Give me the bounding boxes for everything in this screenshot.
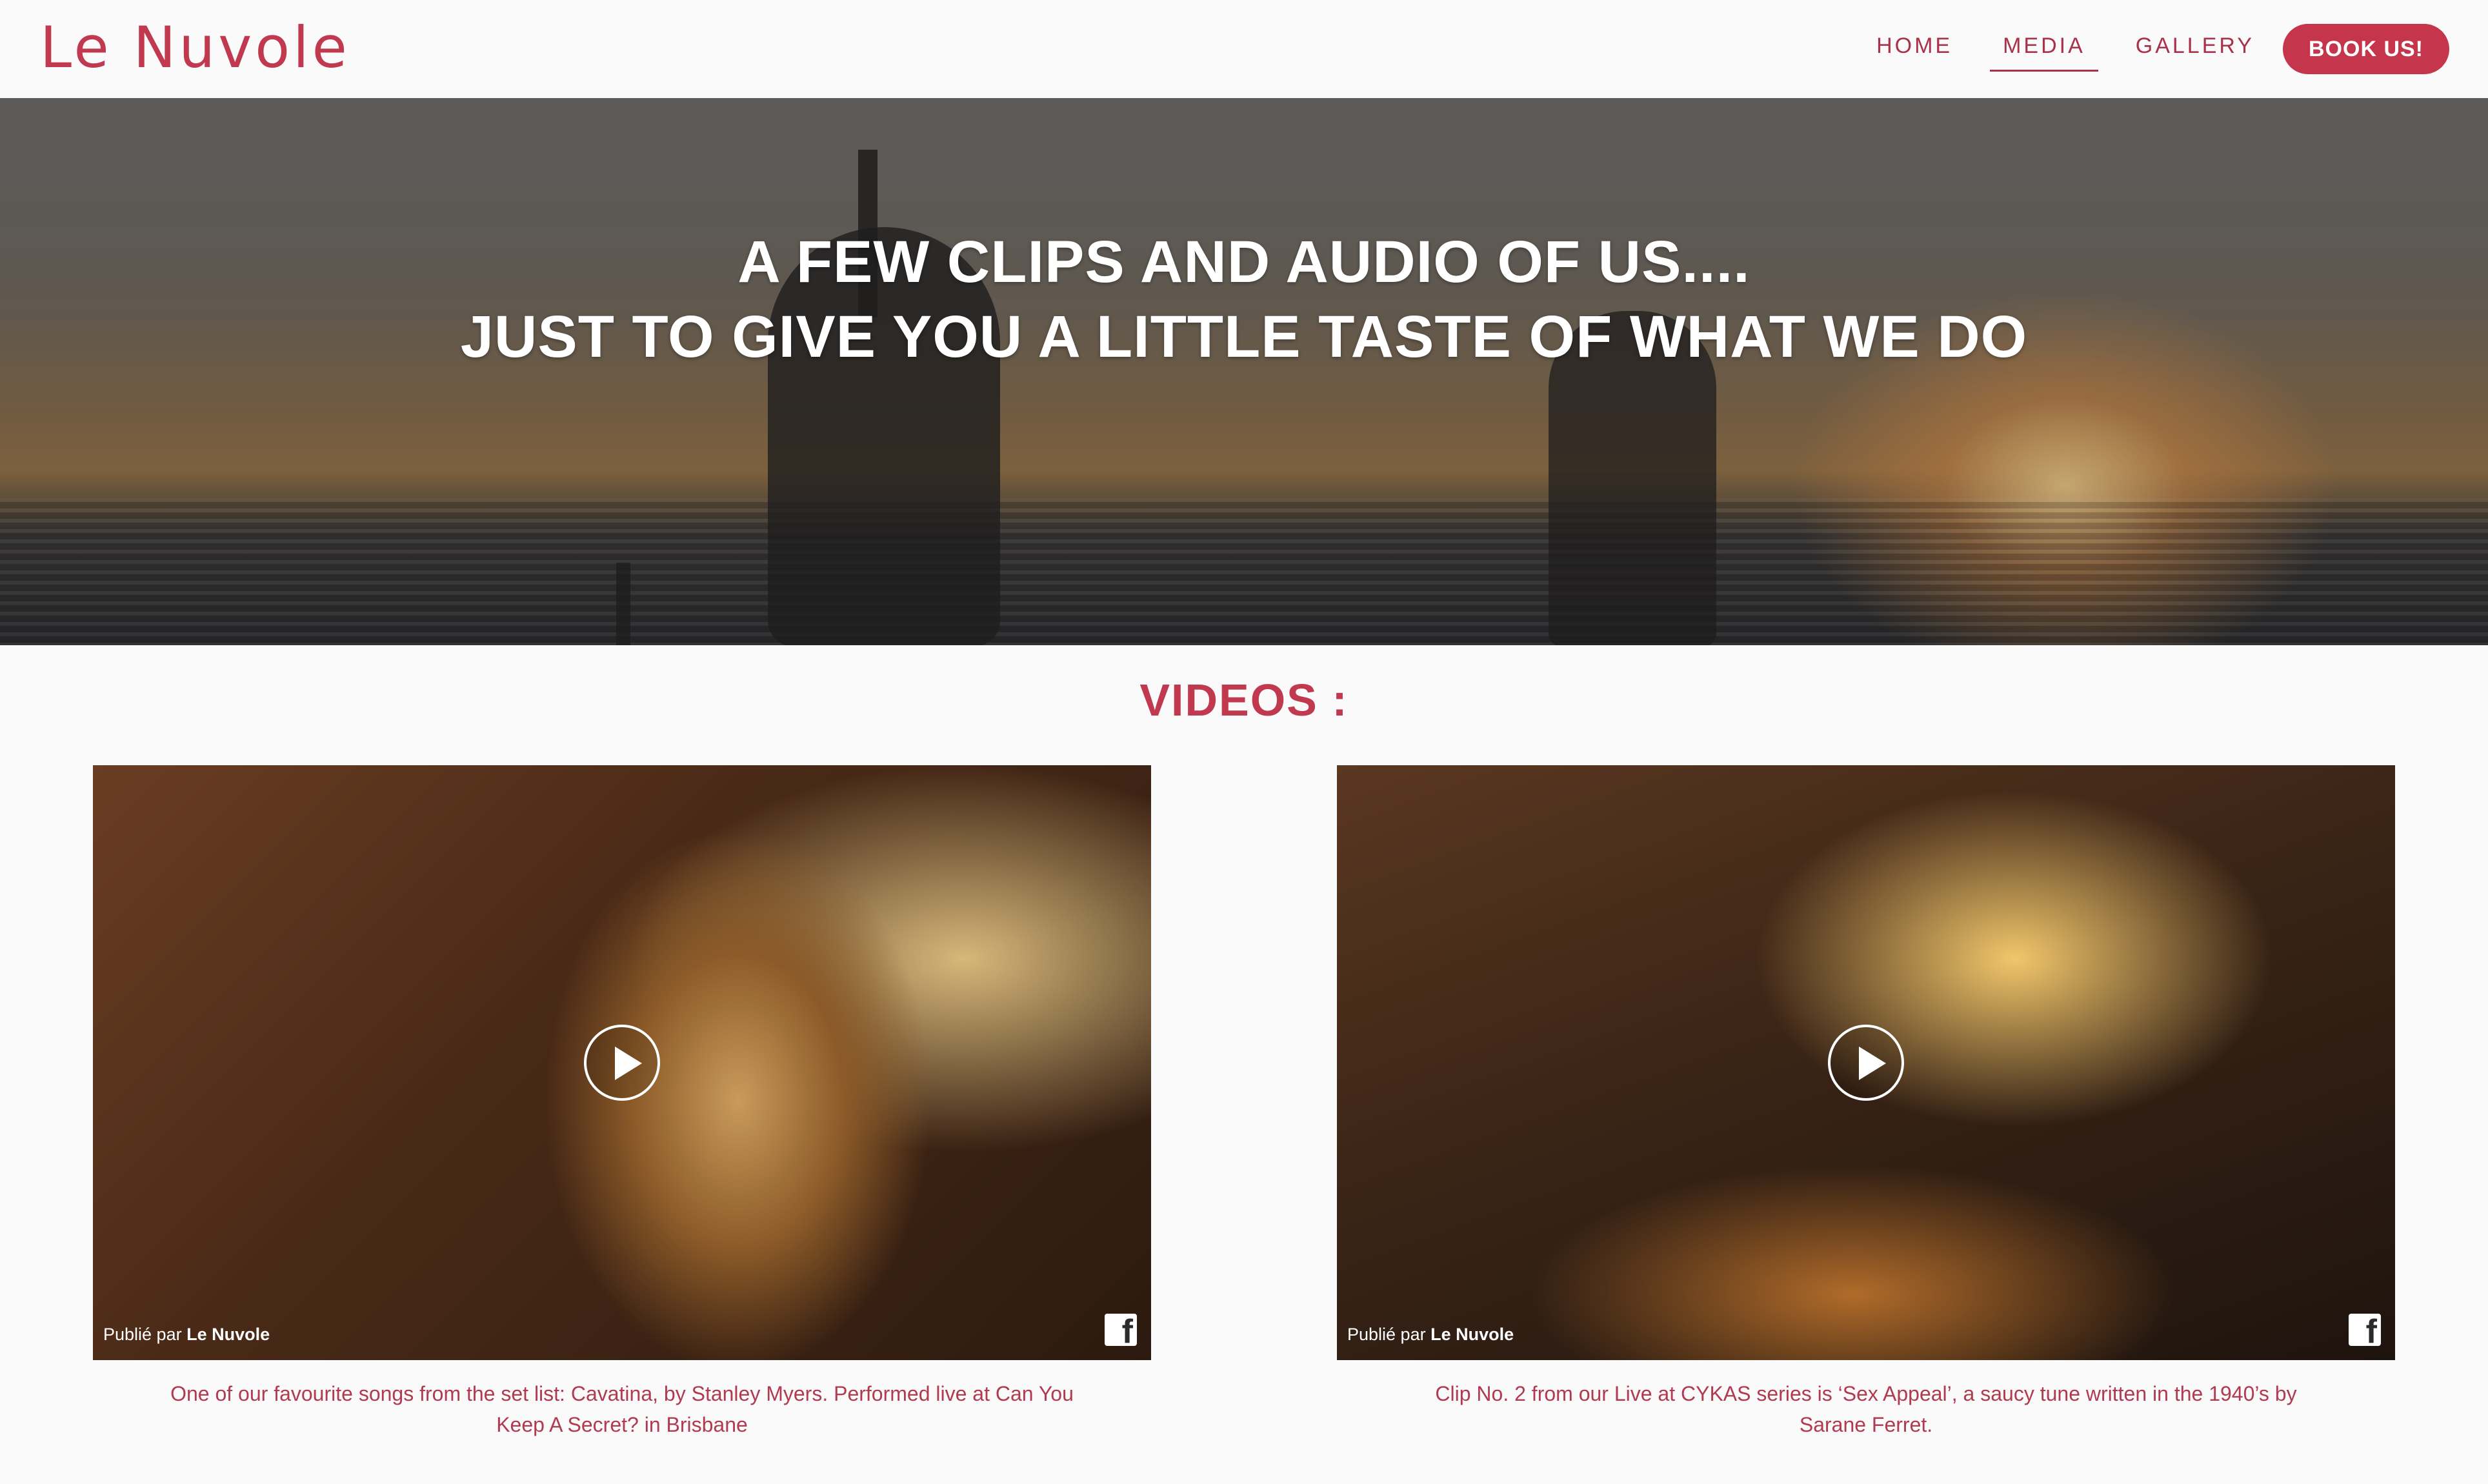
video-publisher: Publié par Le Nuvole bbox=[1347, 1325, 1514, 1345]
play-icon[interactable] bbox=[1828, 1025, 1904, 1101]
video-card: Publié par Le Nuvole f One of our favour… bbox=[93, 765, 1151, 1440]
publisher-prefix: Publié par bbox=[103, 1325, 182, 1344]
publisher-name[interactable]: Le Nuvole bbox=[186, 1325, 270, 1344]
nav-gallery[interactable]: GALLERY bbox=[2133, 27, 2257, 72]
video-player[interactable]: Publié par Le Nuvole f bbox=[93, 765, 1151, 1360]
hero-heading-line1: A FEW CLIPS AND AUDIO OF US.... bbox=[737, 229, 1751, 295]
site-header: Le Nuvole HOME MEDIA GALLERY BOOK US! bbox=[0, 0, 2488, 98]
main-nav: HOME MEDIA GALLERY BOOK US! bbox=[1829, 0, 2449, 98]
nav-media[interactable]: MEDIA bbox=[1990, 27, 2098, 72]
video-player[interactable]: Publié par Le Nuvole f bbox=[1337, 765, 2395, 1360]
video-publisher: Publié par Le Nuvole bbox=[103, 1325, 270, 1345]
publisher-prefix: Publié par bbox=[1347, 1325, 1426, 1344]
video-caption: Clip No. 2 from our Live at CYKAS series… bbox=[1435, 1382, 2297, 1436]
video-caption: One of our favourite songs from the set … bbox=[170, 1382, 1074, 1436]
hero-heading: A FEW CLIPS AND AUDIO OF US.... JUST TO … bbox=[0, 225, 2488, 374]
play-icon[interactable] bbox=[584, 1025, 660, 1101]
video-card: Publié par Le Nuvole f Clip No. 2 from o… bbox=[1337, 765, 2395, 1440]
videos-section-title: VIDEOS : bbox=[1139, 675, 1349, 725]
publisher-name[interactable]: Le Nuvole bbox=[1430, 1325, 1514, 1344]
hero-heading-line2: JUST TO GIVE YOU A LITTLE TASTE OF WHAT … bbox=[460, 304, 2028, 370]
facebook-icon[interactable]: f bbox=[1105, 1314, 1137, 1349]
nav-home[interactable]: HOME bbox=[1874, 27, 1955, 72]
site-logo[interactable]: Le Nuvole bbox=[40, 14, 350, 81]
book-us-button[interactable]: BOOK US! bbox=[2283, 24, 2449, 74]
hero-banner: A FEW CLIPS AND AUDIO OF US.... JUST TO … bbox=[0, 98, 2488, 645]
facebook-icon[interactable]: f bbox=[2349, 1314, 2381, 1349]
